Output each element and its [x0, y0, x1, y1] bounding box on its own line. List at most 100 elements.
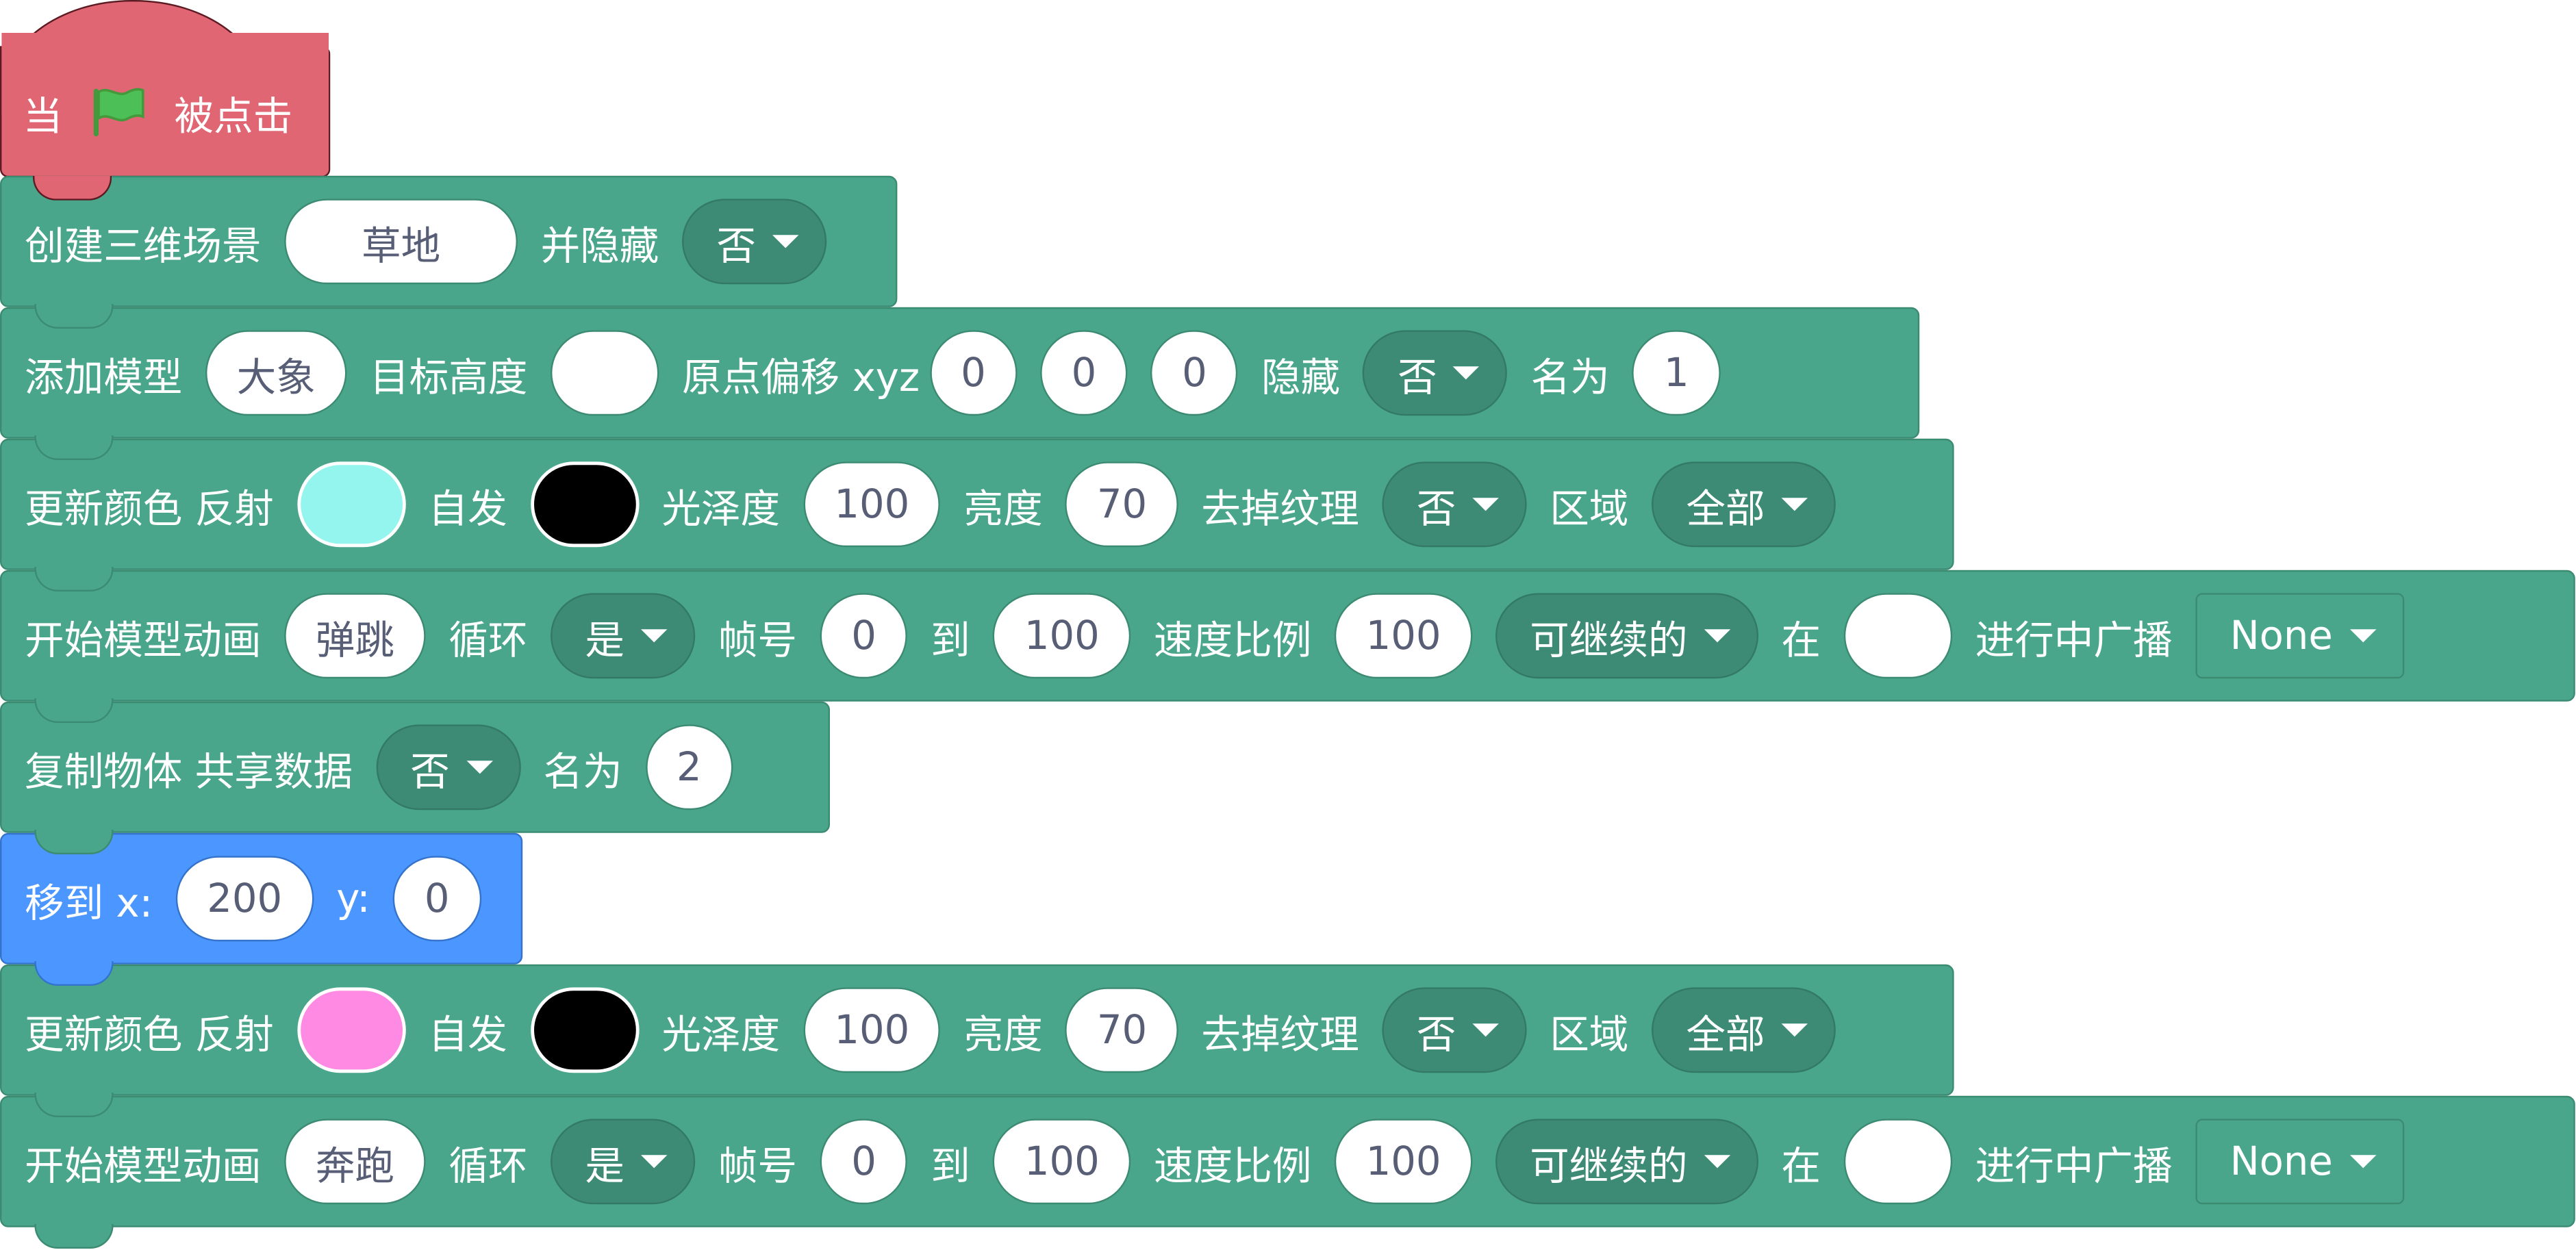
- broadcast-dropdown[interactable]: None: [2195, 1119, 2404, 1205]
- gloss-label: 光泽度: [661, 485, 781, 532]
- speed-input[interactable]: 100: [1335, 593, 1473, 679]
- offset-y-input[interactable]: 0: [1040, 330, 1128, 416]
- create-3d-scene-block[interactable]: 创建三维场景 草地 并隐藏 否: [0, 175, 898, 329]
- emit-label: 自发: [428, 485, 507, 532]
- chevron-down-icon: [2349, 629, 2376, 643]
- height-input[interactable]: [551, 330, 659, 416]
- offset-x-input[interactable]: 0: [929, 330, 1018, 416]
- frame-from-input[interactable]: 0: [820, 593, 908, 679]
- name-label: 名为: [543, 748, 622, 795]
- chevron-down-icon: [772, 235, 799, 248]
- hide-dropdown[interactable]: 否: [682, 199, 827, 285]
- chevron-down-icon: [641, 1155, 668, 1169]
- chevron-down-icon: [641, 629, 668, 643]
- start-animation-block[interactable]: 开始模型动画 奔跑 循环 是 帧号 0 到 100 速度比例 100 可继续的 …: [0, 1095, 2575, 1249]
- gloss-input[interactable]: 100: [803, 461, 941, 548]
- texture-dropdown[interactable]: 否: [1382, 987, 1527, 1073]
- area-dropdown[interactable]: 全部: [1652, 987, 1836, 1073]
- at-label: 在: [1781, 1143, 1821, 1189]
- texture-dropdown[interactable]: 否: [1382, 461, 1527, 548]
- chevron-down-icon: [1453, 366, 1480, 380]
- chevron-down-icon: [466, 761, 493, 774]
- block-label: 开始模型动画: [25, 1143, 262, 1189]
- reflect-color-swatch[interactable]: [296, 461, 405, 548]
- block-label: 更新颜色 反射: [25, 1011, 274, 1058]
- to-label: 到: [931, 617, 970, 663]
- brightness-label: 亮度: [963, 1011, 1043, 1058]
- model-input[interactable]: 大象: [205, 330, 347, 416]
- area-label: 区域: [1550, 485, 1629, 532]
- at-input[interactable]: [1843, 1119, 1952, 1205]
- reflect-color-swatch[interactable]: [296, 987, 405, 1073]
- broadcast-label: 进行中广播: [1975, 617, 2173, 663]
- speed-input[interactable]: 100: [1335, 1119, 1473, 1205]
- frame-to-input[interactable]: 100: [993, 1119, 1131, 1205]
- height-label: 目标高度: [370, 354, 528, 400]
- duplicate-object-block[interactable]: 复制物体 共享数据 否 名为 2: [0, 701, 830, 854]
- animation-input[interactable]: 弹跳: [284, 593, 426, 679]
- emit-label: 自发: [428, 1011, 507, 1058]
- loop-dropdown[interactable]: 是: [551, 593, 696, 679]
- chevron-down-icon: [1704, 629, 1730, 643]
- gloss-label: 光泽度: [661, 1011, 781, 1058]
- name-label: 名为: [1530, 354, 1610, 400]
- offset-z-input[interactable]: 0: [1150, 330, 1239, 416]
- chevron-down-icon: [1781, 1023, 1808, 1037]
- scene-input[interactable]: 草地: [284, 199, 518, 285]
- update-color-block[interactable]: 更新颜色 反射 自发 光泽度 100 亮度 70 去掉纹理 否 区域 全部: [0, 964, 1954, 1118]
- chevron-down-icon: [1472, 498, 1499, 511]
- brightness-label: 亮度: [963, 485, 1043, 532]
- y-input[interactable]: 0: [393, 856, 481, 942]
- name-input[interactable]: 2: [645, 724, 733, 811]
- script-canvas: 当 被点击 创建三维场景 草地 并隐藏 否 添加模型 大象 目标高度 原点偏移 …: [0, 0, 2575, 1250]
- speed-label: 速度比例: [1154, 617, 1312, 663]
- chevron-down-icon: [1472, 1023, 1499, 1037]
- block-label: 添加模型: [25, 354, 183, 400]
- mode-dropdown[interactable]: 可继续的: [1495, 593, 1758, 679]
- block-label: 创建三维场景: [25, 222, 262, 269]
- hide-label: 隐藏: [1261, 354, 1341, 400]
- chevron-down-icon: [2349, 1155, 2376, 1169]
- gloss-input[interactable]: 100: [803, 987, 941, 1073]
- start-animation-block[interactable]: 开始模型动画 弹跳 循环 是 帧号 0 到 100 速度比例 100 可继续的 …: [0, 570, 2575, 723]
- update-color-block[interactable]: 更新颜色 反射 自发 光泽度 100 亮度 70 去掉纹理 否 区域 全部: [0, 438, 1954, 592]
- chevron-down-icon: [1704, 1155, 1730, 1169]
- hat-suffix-label: 被点击: [174, 92, 293, 139]
- frame-label: 帧号: [718, 1143, 797, 1189]
- brightness-input[interactable]: 70: [1065, 987, 1178, 1073]
- name-input[interactable]: 1: [1632, 330, 1721, 416]
- brightness-input[interactable]: 70: [1065, 461, 1178, 548]
- mode-dropdown[interactable]: 可继续的: [1495, 1119, 1758, 1205]
- speed-label: 速度比例: [1154, 1143, 1312, 1189]
- to-label: 到: [931, 1143, 970, 1189]
- emit-color-swatch[interactable]: [530, 987, 639, 1073]
- loop-dropdown[interactable]: 是: [551, 1119, 696, 1205]
- frame-to-input[interactable]: 100: [993, 593, 1131, 679]
- frame-from-input[interactable]: 0: [820, 1119, 908, 1205]
- texture-label: 去掉纹理: [1201, 1011, 1359, 1058]
- emit-color-swatch[interactable]: [530, 461, 639, 548]
- area-dropdown[interactable]: 全部: [1652, 461, 1836, 548]
- loop-label: 循环: [449, 617, 528, 663]
- y-label: y:: [336, 876, 370, 922]
- hide-dropdown[interactable]: 否: [1363, 330, 1508, 416]
- animation-input[interactable]: 奔跑: [284, 1119, 426, 1205]
- block-label: 移到 x:: [25, 880, 153, 926]
- when-flag-clicked-block[interactable]: 当 被点击: [0, 0, 331, 201]
- chevron-down-icon: [1781, 498, 1808, 511]
- hat-prefix-label: 当: [23, 92, 63, 139]
- at-input[interactable]: [1843, 593, 1952, 679]
- add-model-block[interactable]: 添加模型 大象 目标高度 原点偏移 xyz 0 0 0 隐藏 否 名为 1: [0, 307, 1920, 460]
- broadcast-dropdown[interactable]: None: [2195, 593, 2404, 679]
- hide-label: 并隐藏: [540, 222, 659, 269]
- x-input[interactable]: 200: [175, 856, 314, 942]
- green-flag-icon: [93, 88, 144, 137]
- share-data-dropdown[interactable]: 否: [375, 724, 520, 811]
- frame-label: 帧号: [718, 617, 797, 663]
- block-label: 复制物体 共享数据: [25, 748, 353, 795]
- at-label: 在: [1781, 617, 1821, 663]
- offset-label: 原点偏移 xyz: [682, 354, 920, 400]
- loop-label: 循环: [449, 1143, 528, 1189]
- block-label: 更新颜色 反射: [25, 485, 274, 532]
- block-label: 开始模型动画: [25, 617, 262, 663]
